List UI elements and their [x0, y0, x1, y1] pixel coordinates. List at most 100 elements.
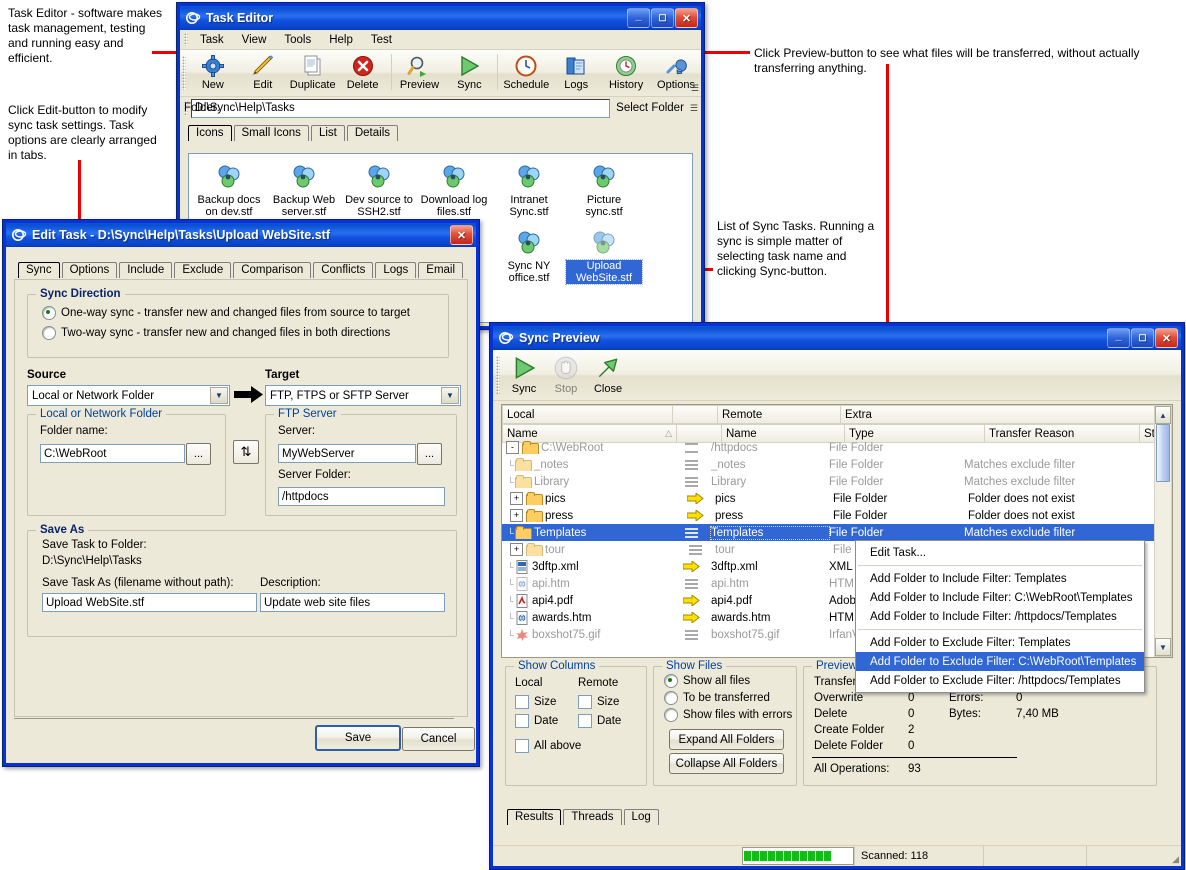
edit-task-titlebar[interactable]: Edit Task - D:\Sync\Help\Tasks\Upload We… — [6, 223, 476, 247]
tab-log[interactable]: Log — [624, 809, 659, 825]
group-header-blank[interactable] — [673, 406, 718, 423]
tab-exclude[interactable]: Exclude — [174, 262, 231, 278]
checkbox-local-date[interactable]: Date — [515, 714, 558, 728]
minimize-button[interactable]: _ — [627, 8, 650, 28]
collapse-all-folders-button[interactable]: Collapse All Folders — [669, 753, 784, 774]
server-input[interactable]: MyWebServer — [278, 444, 416, 463]
chevron-down-icon[interactable]: ▼ — [441, 387, 459, 404]
tab-sync[interactable]: Sync — [18, 262, 60, 278]
ctx-add-exclude-local-path[interactable]: Add Folder to Exclude Filter: C:\WebRoot… — [856, 652, 1144, 671]
chevron-down-icon[interactable]: ▼ — [210, 387, 228, 404]
tab-details[interactable]: Details — [347, 125, 398, 141]
toolbar-new-button[interactable]: New — [188, 52, 238, 91]
preview-stop-button[interactable]: Stop — [545, 352, 587, 395]
file-context-menu[interactable]: Edit Task... Add Folder to Include Filte… — [855, 540, 1145, 693]
toolbar-sync-button[interactable]: Sync — [444, 52, 494, 91]
ctx-add-include-templates[interactable]: Add Folder to Include Filter: Templates — [856, 569, 1144, 588]
task-item-7-selected[interactable]: Upload WebSite.stf — [566, 226, 642, 284]
toolbar-schedule-button[interactable]: Schedule — [501, 52, 551, 91]
select-folder-button[interactable]: Select Folder — [610, 102, 690, 114]
task-item-5[interactable]: Picture sync.stf — [566, 160, 642, 218]
ctx-add-include-local-path[interactable]: Add Folder to Include Filter: C:\WebRoot… — [856, 588, 1144, 607]
group-header-local[interactable]: Local — [503, 406, 673, 423]
save-name-input[interactable]: Upload WebSite.stf — [42, 593, 257, 612]
swap-source-target-button[interactable]: ⇅ — [233, 440, 259, 464]
task-item-0[interactable]: Backup docs on dev.stf — [191, 160, 267, 218]
tab-options[interactable]: Options — [62, 262, 118, 278]
sync-preview-titlebar[interactable]: Sync Preview _ ☐ ✕ — [493, 326, 1181, 350]
description-input[interactable]: Update web site files — [260, 593, 445, 612]
close-button[interactable]: ✕ — [450, 225, 473, 245]
source-type-combo[interactable]: Local or Network Folder ▼ — [27, 385, 230, 406]
table-row[interactable]: └ Library Library File Folder Matches ex… — [502, 473, 1172, 490]
table-row-selected[interactable]: └ Templates Templates File Folder Matche… — [502, 524, 1172, 541]
close-button[interactable]: ✕ — [1155, 328, 1178, 348]
resize-grip-icon[interactable]: ◢ — [1172, 854, 1179, 865]
checkbox-remote-size[interactable]: Size — [578, 695, 619, 709]
cancel-button[interactable]: Cancel — [402, 727, 475, 751]
minimize-button[interactable]: _ — [1107, 328, 1130, 348]
preview-close-button[interactable]: Close — [587, 352, 629, 395]
server-folder-input[interactable]: /httpdocs — [278, 487, 445, 506]
ctx-add-include-remote-path[interactable]: Add Folder to Include Filter: /httpdocs/… — [856, 607, 1144, 626]
expander-icon[interactable]: + — [510, 509, 523, 522]
radio-to-be-transferred[interactable]: To be transferred — [664, 691, 770, 705]
tab-results[interactable]: Results — [507, 809, 561, 825]
menu-item-test[interactable]: Test — [362, 32, 401, 48]
folder-path-input[interactable]: D:\Sync\Help\Tasks — [191, 99, 610, 118]
menu-item-tools[interactable]: Tools — [275, 32, 320, 48]
scroll-down-button[interactable]: ▼ — [1155, 638, 1171, 656]
save-button[interactable]: Save — [315, 725, 401, 751]
radio-one-way-sync[interactable]: One-way sync - transfer new and changed … — [42, 306, 410, 320]
table-row[interactable]: + pics pics File Folder Folder does not … — [502, 490, 1172, 507]
toolbar-grip[interactable] — [182, 56, 186, 90]
task-editor-titlebar[interactable]: Task Editor _ ☐ ✕ — [180, 6, 701, 30]
menu-item-help[interactable]: Help — [320, 32, 362, 48]
maximize-button[interactable]: ☐ — [651, 8, 674, 28]
toolbar-edit-button[interactable]: Edit — [238, 52, 288, 91]
radio-show-files-with-errors[interactable]: Show files with errors — [664, 708, 792, 722]
checkbox-all-above[interactable]: All above — [515, 739, 581, 753]
expander-icon[interactable]: - — [506, 441, 519, 454]
expander-icon[interactable]: + — [510, 492, 523, 505]
table-row[interactable]: └ _notes _notes File Folder Matches excl… — [502, 456, 1172, 473]
tab-email[interactable]: Email — [418, 262, 463, 278]
expand-all-folders-button[interactable]: Expand All Folders — [669, 729, 784, 750]
radio-two-way-sync[interactable]: Two-way sync - transfer new and changed … — [42, 326, 390, 340]
radio-show-all-files[interactable]: Show all files — [664, 674, 750, 688]
menu-item-view[interactable]: View — [233, 32, 276, 48]
scroll-thumb[interactable] — [1156, 424, 1170, 482]
group-header-extra[interactable]: Extra — [841, 406, 1171, 423]
menu-item-task[interactable]: Task — [191, 32, 233, 48]
checkbox-remote-date[interactable]: Date — [578, 714, 621, 728]
tab-logs[interactable]: Logs — [375, 262, 416, 278]
task-item-4[interactable]: Intranet Sync.stf — [491, 160, 567, 218]
toolbar-logs-button[interactable]: Logs — [551, 52, 601, 91]
close-button[interactable]: ✕ — [675, 8, 698, 28]
maximize-button[interactable]: ☐ — [1131, 328, 1154, 348]
tab-include[interactable]: Include — [119, 262, 172, 278]
address-overflow-icon[interactable]: ☰ — [690, 103, 701, 114]
task-item-1[interactable]: Backup Web server.stf — [266, 160, 342, 218]
toolbar-history-button[interactable]: History — [601, 52, 651, 91]
listview-scrollbar[interactable]: ▲ ▼ — [1154, 405, 1172, 657]
folder-name-input[interactable]: C:\WebRoot — [40, 444, 185, 463]
task-item-2[interactable]: Dev source to SSH2.stf — [341, 160, 417, 218]
tab-icons[interactable]: Icons — [188, 125, 232, 141]
toolbar-preview-button[interactable]: Preview — [395, 52, 445, 91]
menu-grip[interactable] — [184, 33, 188, 46]
toolbar-duplicate-button[interactable]: Duplicate — [288, 52, 338, 91]
table-row[interactable]: - C:\WebRoot /httpdocs File Folder — [502, 439, 1172, 456]
tab-threads[interactable]: Threads — [563, 809, 621, 825]
target-type-combo[interactable]: FTP, FTPS or SFTP Server ▼ — [265, 385, 461, 406]
expander-icon[interactable]: + — [510, 543, 523, 556]
ctx-edit-task[interactable]: Edit Task... — [856, 543, 1144, 562]
toolbar-delete-button[interactable]: Delete — [338, 52, 388, 91]
tab-list[interactable]: List — [311, 125, 345, 141]
toolbar-grip[interactable] — [496, 356, 500, 394]
tab-comparison[interactable]: Comparison — [233, 262, 311, 278]
checkbox-local-size[interactable]: Size — [515, 695, 556, 709]
group-header-remote[interactable]: Remote — [718, 406, 841, 423]
tab-small-icons[interactable]: Small Icons — [234, 125, 309, 141]
tab-conflicts[interactable]: Conflicts — [313, 262, 373, 278]
